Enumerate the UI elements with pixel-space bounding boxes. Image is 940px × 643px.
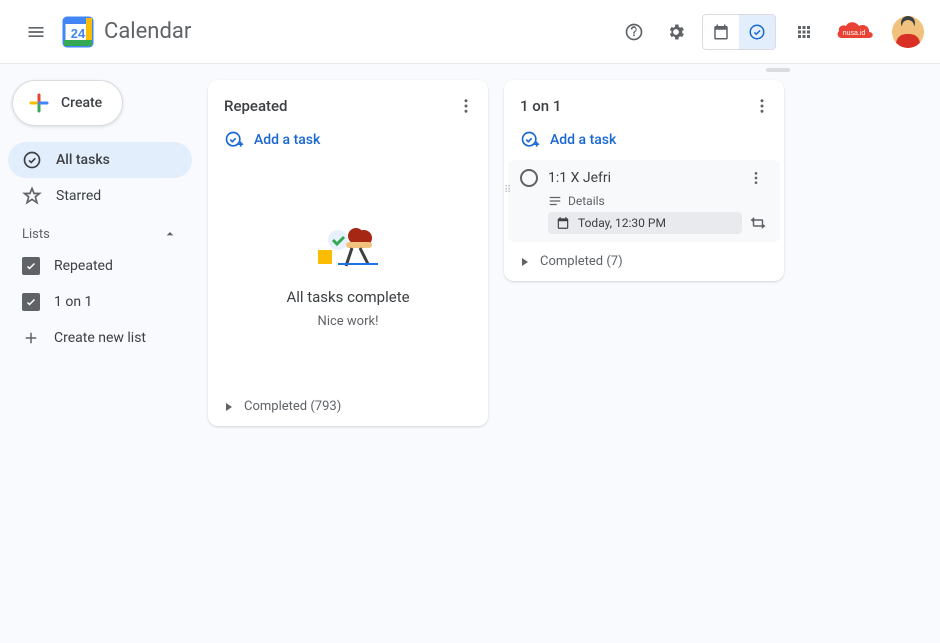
create-new-list-label: Create new list xyxy=(54,330,146,346)
svg-text:24: 24 xyxy=(71,26,86,41)
column-one-on-one: 1 on 1 Add a task ⠿ 1:1 X Jefri xyxy=(504,80,784,281)
task-complete-radio[interactable] xyxy=(520,169,538,187)
list-item-one-on-one[interactable]: 1 on 1 xyxy=(8,284,192,320)
drag-grip-icon[interactable]: ⠿ xyxy=(504,188,512,193)
support-button[interactable] xyxy=(614,12,654,52)
app-body: Create All tasks Starred Lists Repeated xyxy=(0,64,940,643)
task-item[interactable]: ⠿ 1:1 X Jefri Details xyxy=(508,160,780,242)
lists-section-header[interactable]: Lists xyxy=(8,214,192,248)
checkbox-checked-icon xyxy=(22,293,40,311)
repeat-icon xyxy=(749,214,767,232)
gear-icon xyxy=(666,22,686,42)
completed-toggle[interactable]: Completed (793) xyxy=(208,389,488,426)
plus-icon xyxy=(22,329,40,347)
notes-icon xyxy=(548,194,562,208)
task-date-label: Today, 12:30 PM xyxy=(578,216,666,230)
column-repeated: Repeated Add a task xyxy=(208,80,488,426)
sidebar-item-label: Starred xyxy=(56,188,101,204)
column-drag-handle[interactable] xyxy=(766,68,790,72)
task-details-label: Details xyxy=(568,194,605,208)
help-icon xyxy=(624,22,644,42)
org-badge: nusa.id xyxy=(832,18,882,46)
apps-grid-icon xyxy=(795,23,813,41)
task-repeat-button[interactable] xyxy=(748,213,768,233)
svg-text:nusa.id: nusa.id xyxy=(843,30,866,37)
add-task-icon xyxy=(224,130,244,150)
kebab-icon xyxy=(457,97,475,115)
checkbox-checked-icon xyxy=(22,257,40,275)
triangle-right-icon xyxy=(520,257,530,267)
app-header: 24 Calendar nusa.id xyxy=(0,0,940,64)
task-check-icon xyxy=(748,23,766,41)
calendar-icon xyxy=(712,23,730,41)
lists-header-label: Lists xyxy=(22,227,50,242)
task-details-row[interactable]: Details xyxy=(516,194,772,208)
sidebar: Create All tasks Starred Lists Repeated xyxy=(0,64,200,643)
completed-label: Completed (793) xyxy=(244,399,341,414)
empty-state-subtitle: Nice work! xyxy=(318,314,379,329)
empty-state: All tasks complete Nice work! xyxy=(208,160,488,389)
create-new-list-button[interactable]: Create new list xyxy=(8,320,192,356)
task-menu-button[interactable] xyxy=(744,166,768,190)
list-item-label: 1 on 1 xyxy=(54,294,92,310)
chevron-up-icon xyxy=(162,226,178,242)
column-title: Repeated xyxy=(224,97,288,115)
completed-label: Completed (7) xyxy=(540,254,623,269)
column-title: 1 on 1 xyxy=(520,97,561,115)
completed-toggle[interactable]: Completed (7) xyxy=(504,244,784,281)
apps-button[interactable] xyxy=(784,12,824,52)
kebab-icon xyxy=(753,97,771,115)
calendar-logo: 24 xyxy=(60,14,96,50)
check-circle-icon xyxy=(22,150,42,170)
plus-multicolor-icon xyxy=(27,91,51,115)
list-item-label: Repeated xyxy=(54,258,113,274)
task-board: Repeated Add a task xyxy=(200,64,940,643)
calendar-small-icon xyxy=(556,216,570,230)
add-task-button[interactable]: Add a task xyxy=(504,124,784,160)
empty-state-title: All tasks complete xyxy=(286,288,409,306)
hamburger-icon xyxy=(26,22,46,42)
calendar-view-button[interactable] xyxy=(703,15,739,49)
create-button-label: Create xyxy=(61,95,102,111)
add-task-label: Add a task xyxy=(550,132,616,148)
tasks-view-button[interactable] xyxy=(739,15,775,49)
kebab-icon xyxy=(748,170,764,186)
settings-button[interactable] xyxy=(656,12,696,52)
task-date-chip[interactable]: Today, 12:30 PM xyxy=(548,212,742,234)
star-icon xyxy=(22,186,42,206)
sidebar-item-starred[interactable]: Starred xyxy=(8,178,192,214)
triangle-right-icon xyxy=(224,402,234,412)
all-done-illustration-icon xyxy=(308,220,388,280)
app-title: Calendar xyxy=(104,19,191,44)
sidebar-item-all-tasks[interactable]: All tasks xyxy=(8,142,192,178)
add-task-icon xyxy=(520,130,540,150)
view-toggle xyxy=(702,14,776,50)
task-title[interactable]: 1:1 X Jefri xyxy=(548,170,734,186)
account-avatar[interactable] xyxy=(892,16,924,48)
main-menu-button[interactable] xyxy=(16,12,56,52)
add-task-button[interactable]: Add a task xyxy=(208,124,488,160)
column-menu-button[interactable] xyxy=(452,92,480,120)
create-button[interactable]: Create xyxy=(12,80,123,126)
add-task-label: Add a task xyxy=(254,132,320,148)
list-item-repeated[interactable]: Repeated xyxy=(8,248,192,284)
sidebar-item-label: All tasks xyxy=(56,152,110,168)
column-menu-button[interactable] xyxy=(748,92,776,120)
